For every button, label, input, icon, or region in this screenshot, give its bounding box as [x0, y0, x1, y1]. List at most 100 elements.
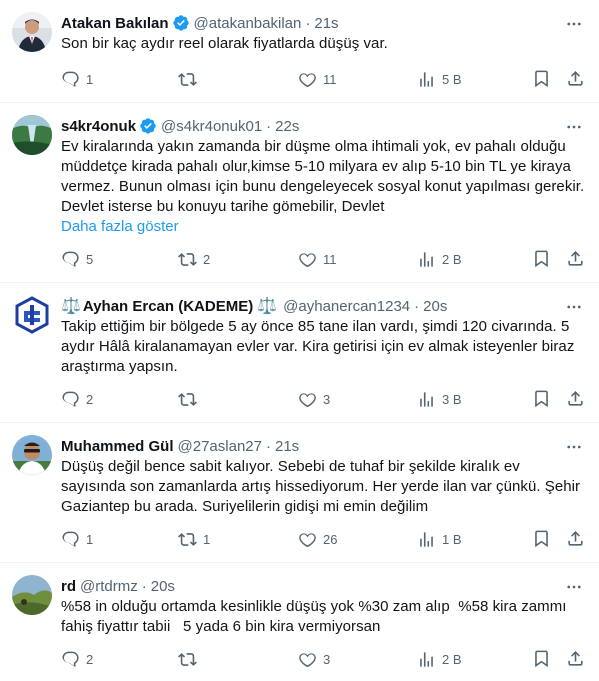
- reply-icon: [62, 531, 79, 547]
- more-options-icon[interactable]: [565, 118, 583, 136]
- share-icon[interactable]: [566, 249, 585, 268]
- tweet-text: %58 in olduğu ortamda kesinlikle düşüş y…: [61, 598, 571, 635]
- reply-icon: [62, 391, 79, 407]
- retweet-count: 1: [203, 531, 211, 547]
- bookmark-icon[interactable]: [532, 649, 551, 668]
- more-options-icon[interactable]: [565, 15, 583, 33]
- reply-count: 5: [86, 251, 94, 267]
- timestamp[interactable]: 21s: [275, 438, 299, 455]
- reply-button[interactable]: 5: [61, 249, 93, 269]
- views-chart-icon: [420, 531, 433, 547]
- retweet-icon: [178, 252, 197, 266]
- timestamp[interactable]: 20s: [151, 578, 175, 595]
- bookmark-icon[interactable]: [532, 249, 551, 268]
- timestamp[interactable]: 21s: [314, 15, 338, 32]
- reply-icon: [62, 71, 79, 87]
- timestamp[interactable]: 20s: [423, 298, 447, 315]
- view-count: 5 B: [442, 71, 462, 87]
- author-handle[interactable]: @atakanbakilan: [194, 15, 302, 32]
- reply-button[interactable]: 1: [61, 69, 93, 89]
- views-button[interactable]: 5 B: [417, 69, 462, 89]
- separator-dot: ·: [305, 14, 311, 32]
- reply-icon: [62, 251, 79, 267]
- views-button[interactable]: 3 B: [417, 389, 462, 409]
- retweet-icon: [178, 652, 197, 666]
- reply-icon: [62, 651, 79, 667]
- reply-count: 1: [86, 71, 94, 87]
- views-button[interactable]: 2 B: [417, 249, 462, 269]
- avatar[interactable]: [12, 295, 52, 335]
- heart-icon: [299, 532, 316, 547]
- author-name[interactable]: Muhammed Gül: [61, 438, 174, 455]
- author-handle[interactable]: @ayhanercan1234: [283, 298, 410, 315]
- timestamp[interactable]: 22s: [275, 118, 299, 135]
- avatar[interactable]: [12, 575, 52, 615]
- tweet[interactable]: Atakan Bakılan @atakanbakilan · 21s Son …: [0, 0, 599, 103]
- tweet[interactable]: rd @rtdrmz · 20s %58 in olduğu ortamda k…: [0, 563, 599, 681]
- more-options-icon[interactable]: [565, 578, 583, 596]
- retweet-button[interactable]: 2: [178, 249, 210, 269]
- retweet-count: 2: [203, 251, 211, 267]
- like-count: 3: [323, 651, 331, 667]
- views-chart-icon: [420, 651, 433, 667]
- like-button[interactable]: 3: [298, 389, 330, 409]
- like-button[interactable]: 3: [298, 649, 330, 669]
- author-handle[interactable]: @s4kr4onuk01: [161, 118, 262, 135]
- reply-count: 2: [86, 651, 94, 667]
- view-count: 1 B: [442, 531, 462, 547]
- retweet-button[interactable]: [178, 69, 203, 89]
- author-handle[interactable]: @27aslan27: [178, 438, 262, 455]
- views-button[interactable]: 2 B: [417, 649, 462, 669]
- heart-icon: [299, 252, 316, 267]
- reply-button[interactable]: 2: [61, 649, 93, 669]
- reply-button[interactable]: 2: [61, 389, 93, 409]
- avatar[interactable]: [12, 115, 52, 155]
- bookmark-icon[interactable]: [532, 529, 551, 548]
- show-more-link[interactable]: Daha fazla göster: [61, 217, 585, 237]
- views-button[interactable]: 1 B: [417, 529, 462, 549]
- like-count: 11: [323, 71, 337, 87]
- author-name[interactable]: rd: [61, 578, 76, 595]
- author-name[interactable]: Atakan Bakılan: [61, 15, 169, 32]
- share-icon[interactable]: [566, 389, 585, 408]
- heart-icon: [299, 652, 316, 667]
- views-chart-icon: [420, 251, 433, 267]
- avatar[interactable]: [12, 12, 52, 52]
- view-count: 2 B: [442, 651, 462, 667]
- more-options-icon[interactable]: [565, 298, 583, 316]
- retweet-button[interactable]: [178, 649, 203, 669]
- retweet-icon: [178, 72, 197, 86]
- scale-emoji-icon: ⚖️: [61, 298, 81, 315]
- retweet-button[interactable]: 1: [178, 529, 210, 549]
- tweet[interactable]: s4kr4onuk @s4kr4onuk01 · 22s Ev kiraları…: [0, 103, 599, 283]
- reply-count: 2: [86, 391, 94, 407]
- tweet[interactable]: ⚖️ Ayhan Ercan (KADEME) ⚖️ @ayhanercan12…: [0, 283, 599, 423]
- like-button[interactable]: 11: [298, 69, 337, 89]
- share-icon[interactable]: [566, 529, 585, 548]
- view-count: 2 B: [442, 251, 462, 267]
- tweet-text: Ev kiralarında yakın zamanda bir düşme o…: [61, 138, 585, 215]
- like-button[interactable]: 11: [298, 249, 337, 269]
- bookmark-icon[interactable]: [532, 389, 551, 408]
- like-count: 11: [323, 251, 337, 267]
- more-options-icon[interactable]: [565, 438, 583, 456]
- avatar[interactable]: [12, 435, 52, 475]
- verified-badge-icon: [172, 15, 189, 31]
- separator-dot: ·: [266, 117, 272, 135]
- reply-button[interactable]: 1: [61, 529, 93, 549]
- share-icon[interactable]: [566, 649, 585, 668]
- author-handle[interactable]: @rtdrmz: [80, 578, 138, 595]
- tweet[interactable]: Muhammed Gül @27aslan27 · 21s Düşüş deği…: [0, 423, 599, 563]
- author-name[interactable]: s4kr4onuk: [61, 118, 136, 135]
- reply-count: 1: [86, 531, 94, 547]
- scale-emoji-icon: ⚖️: [257, 298, 278, 315]
- like-button[interactable]: 26: [298, 529, 337, 549]
- share-icon[interactable]: [566, 69, 585, 88]
- retweet-button[interactable]: [178, 389, 203, 409]
- retweet-icon: [178, 392, 197, 406]
- bookmark-icon[interactable]: [532, 69, 551, 88]
- author-name[interactable]: Ayhan Ercan (KADEME): [83, 298, 253, 315]
- tweet-text: Düşüş değil bence sabit kalıyor. Sebebi …: [61, 458, 581, 515]
- views-chart-icon: [420, 391, 433, 407]
- separator-dot: ·: [141, 577, 147, 595]
